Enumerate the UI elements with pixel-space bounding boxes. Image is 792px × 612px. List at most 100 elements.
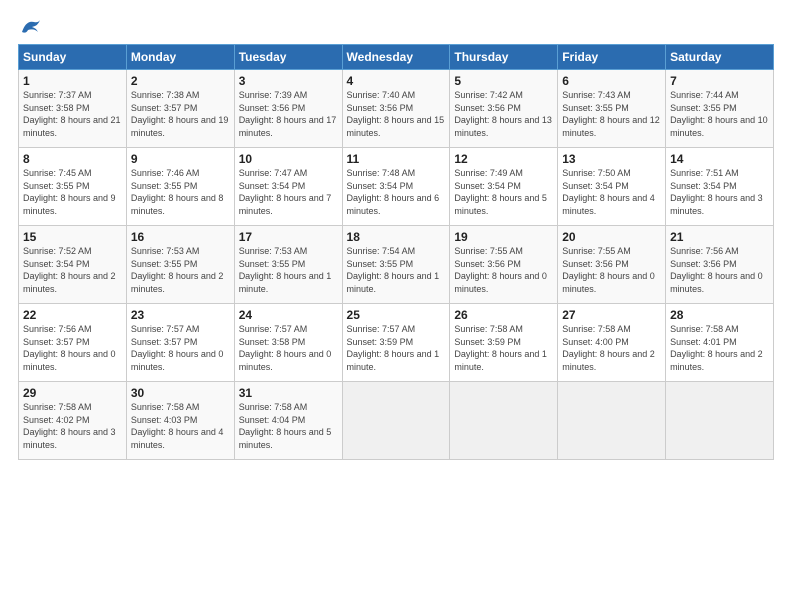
calendar-cell: 15 Sunrise: 7:52 AMSunset: 3:54 PMDaylig…: [19, 226, 127, 304]
day-number: 18: [347, 230, 446, 244]
day-info: Sunrise: 7:58 AMSunset: 4:01 PMDaylight:…: [670, 323, 769, 373]
calendar-cell: 25 Sunrise: 7:57 AMSunset: 3:59 PMDaylig…: [342, 304, 450, 382]
day-number: 12: [454, 152, 553, 166]
day-number: 31: [239, 386, 338, 400]
day-number: 21: [670, 230, 769, 244]
calendar-cell: 29 Sunrise: 7:58 AMSunset: 4:02 PMDaylig…: [19, 382, 127, 460]
header-friday: Friday: [558, 45, 666, 70]
header: [18, 18, 774, 36]
calendar-cell: 13 Sunrise: 7:50 AMSunset: 3:54 PMDaylig…: [558, 148, 666, 226]
calendar-cell: 20 Sunrise: 7:55 AMSunset: 3:56 PMDaylig…: [558, 226, 666, 304]
day-number: 29: [23, 386, 122, 400]
calendar-cell: [342, 382, 450, 460]
calendar-cell: [666, 382, 774, 460]
day-info: Sunrise: 7:51 AMSunset: 3:54 PMDaylight:…: [670, 167, 769, 217]
calendar-table: SundayMondayTuesdayWednesdayThursdayFrid…: [18, 44, 774, 460]
day-info: Sunrise: 7:39 AMSunset: 3:56 PMDaylight:…: [239, 89, 338, 139]
week-row-3: 15 Sunrise: 7:52 AMSunset: 3:54 PMDaylig…: [19, 226, 774, 304]
calendar-cell: 24 Sunrise: 7:57 AMSunset: 3:58 PMDaylig…: [234, 304, 342, 382]
day-number: 9: [131, 152, 230, 166]
day-info: Sunrise: 7:46 AMSunset: 3:55 PMDaylight:…: [131, 167, 230, 217]
day-info: Sunrise: 7:40 AMSunset: 3:56 PMDaylight:…: [347, 89, 446, 139]
day-number: 6: [562, 74, 661, 88]
day-info: Sunrise: 7:44 AMSunset: 3:55 PMDaylight:…: [670, 89, 769, 139]
calendar-cell: 17 Sunrise: 7:53 AMSunset: 3:55 PMDaylig…: [234, 226, 342, 304]
day-number: 20: [562, 230, 661, 244]
header-tuesday: Tuesday: [234, 45, 342, 70]
header-saturday: Saturday: [666, 45, 774, 70]
day-number: 14: [670, 152, 769, 166]
calendar-cell: 1 Sunrise: 7:37 AMSunset: 3:58 PMDayligh…: [19, 70, 127, 148]
calendar-cell: 18 Sunrise: 7:54 AMSunset: 3:55 PMDaylig…: [342, 226, 450, 304]
day-info: Sunrise: 7:54 AMSunset: 3:55 PMDaylight:…: [347, 245, 446, 295]
calendar-cell: 21 Sunrise: 7:56 AMSunset: 3:56 PMDaylig…: [666, 226, 774, 304]
calendar-cell: 8 Sunrise: 7:45 AMSunset: 3:55 PMDayligh…: [19, 148, 127, 226]
day-info: Sunrise: 7:53 AMSunset: 3:55 PMDaylight:…: [239, 245, 338, 295]
calendar-cell: 26 Sunrise: 7:58 AMSunset: 3:59 PMDaylig…: [450, 304, 558, 382]
calendar-cell: 23 Sunrise: 7:57 AMSunset: 3:57 PMDaylig…: [126, 304, 234, 382]
calendar-cell: 10 Sunrise: 7:47 AMSunset: 3:54 PMDaylig…: [234, 148, 342, 226]
day-info: Sunrise: 7:50 AMSunset: 3:54 PMDaylight:…: [562, 167, 661, 217]
calendar-cell: 11 Sunrise: 7:48 AMSunset: 3:54 PMDaylig…: [342, 148, 450, 226]
header-thursday: Thursday: [450, 45, 558, 70]
day-info: Sunrise: 7:42 AMSunset: 3:56 PMDaylight:…: [454, 89, 553, 139]
day-info: Sunrise: 7:55 AMSunset: 3:56 PMDaylight:…: [562, 245, 661, 295]
day-number: 25: [347, 308, 446, 322]
header-monday: Monday: [126, 45, 234, 70]
day-info: Sunrise: 7:57 AMSunset: 3:57 PMDaylight:…: [131, 323, 230, 373]
day-info: Sunrise: 7:49 AMSunset: 3:54 PMDaylight:…: [454, 167, 553, 217]
calendar-cell: [558, 382, 666, 460]
week-row-2: 8 Sunrise: 7:45 AMSunset: 3:55 PMDayligh…: [19, 148, 774, 226]
day-number: 2: [131, 74, 230, 88]
day-info: Sunrise: 7:48 AMSunset: 3:54 PMDaylight:…: [347, 167, 446, 217]
day-info: Sunrise: 7:43 AMSunset: 3:55 PMDaylight:…: [562, 89, 661, 139]
calendar-cell: 27 Sunrise: 7:58 AMSunset: 4:00 PMDaylig…: [558, 304, 666, 382]
calendar-cell: 2 Sunrise: 7:38 AMSunset: 3:57 PMDayligh…: [126, 70, 234, 148]
calendar-cell: 22 Sunrise: 7:56 AMSunset: 3:57 PMDaylig…: [19, 304, 127, 382]
header-sunday: Sunday: [19, 45, 127, 70]
day-number: 28: [670, 308, 769, 322]
day-info: Sunrise: 7:53 AMSunset: 3:55 PMDaylight:…: [131, 245, 230, 295]
day-number: 19: [454, 230, 553, 244]
logo: [18, 18, 42, 36]
calendar-cell: 4 Sunrise: 7:40 AMSunset: 3:56 PMDayligh…: [342, 70, 450, 148]
day-info: Sunrise: 7:58 AMSunset: 4:00 PMDaylight:…: [562, 323, 661, 373]
days-header-row: SundayMondayTuesdayWednesdayThursdayFrid…: [19, 45, 774, 70]
calendar-cell: 5 Sunrise: 7:42 AMSunset: 3:56 PMDayligh…: [450, 70, 558, 148]
day-info: Sunrise: 7:58 AMSunset: 4:02 PMDaylight:…: [23, 401, 122, 451]
day-number: 11: [347, 152, 446, 166]
day-info: Sunrise: 7:58 AMSunset: 4:04 PMDaylight:…: [239, 401, 338, 451]
day-info: Sunrise: 7:52 AMSunset: 3:54 PMDaylight:…: [23, 245, 122, 295]
calendar-cell: 6 Sunrise: 7:43 AMSunset: 3:55 PMDayligh…: [558, 70, 666, 148]
calendar-cell: [450, 382, 558, 460]
calendar-cell: 12 Sunrise: 7:49 AMSunset: 3:54 PMDaylig…: [450, 148, 558, 226]
day-info: Sunrise: 7:58 AMSunset: 3:59 PMDaylight:…: [454, 323, 553, 373]
day-number: 8: [23, 152, 122, 166]
header-wednesday: Wednesday: [342, 45, 450, 70]
day-number: 30: [131, 386, 230, 400]
day-info: Sunrise: 7:57 AMSunset: 3:58 PMDaylight:…: [239, 323, 338, 373]
week-row-5: 29 Sunrise: 7:58 AMSunset: 4:02 PMDaylig…: [19, 382, 774, 460]
day-number: 16: [131, 230, 230, 244]
day-number: 3: [239, 74, 338, 88]
day-number: 13: [562, 152, 661, 166]
day-info: Sunrise: 7:55 AMSunset: 3:56 PMDaylight:…: [454, 245, 553, 295]
day-number: 22: [23, 308, 122, 322]
calendar-cell: 9 Sunrise: 7:46 AMSunset: 3:55 PMDayligh…: [126, 148, 234, 226]
page: SundayMondayTuesdayWednesdayThursdayFrid…: [0, 0, 792, 612]
logo-bird-icon: [20, 18, 42, 36]
calendar-cell: 19 Sunrise: 7:55 AMSunset: 3:56 PMDaylig…: [450, 226, 558, 304]
day-info: Sunrise: 7:45 AMSunset: 3:55 PMDaylight:…: [23, 167, 122, 217]
day-info: Sunrise: 7:56 AMSunset: 3:56 PMDaylight:…: [670, 245, 769, 295]
day-number: 15: [23, 230, 122, 244]
day-number: 24: [239, 308, 338, 322]
day-number: 27: [562, 308, 661, 322]
day-number: 1: [23, 74, 122, 88]
calendar-cell: 7 Sunrise: 7:44 AMSunset: 3:55 PMDayligh…: [666, 70, 774, 148]
day-info: Sunrise: 7:57 AMSunset: 3:59 PMDaylight:…: [347, 323, 446, 373]
calendar-cell: 31 Sunrise: 7:58 AMSunset: 4:04 PMDaylig…: [234, 382, 342, 460]
calendar-cell: 30 Sunrise: 7:58 AMSunset: 4:03 PMDaylig…: [126, 382, 234, 460]
calendar-cell: 28 Sunrise: 7:58 AMSunset: 4:01 PMDaylig…: [666, 304, 774, 382]
calendar-cell: 16 Sunrise: 7:53 AMSunset: 3:55 PMDaylig…: [126, 226, 234, 304]
week-row-1: 1 Sunrise: 7:37 AMSunset: 3:58 PMDayligh…: [19, 70, 774, 148]
